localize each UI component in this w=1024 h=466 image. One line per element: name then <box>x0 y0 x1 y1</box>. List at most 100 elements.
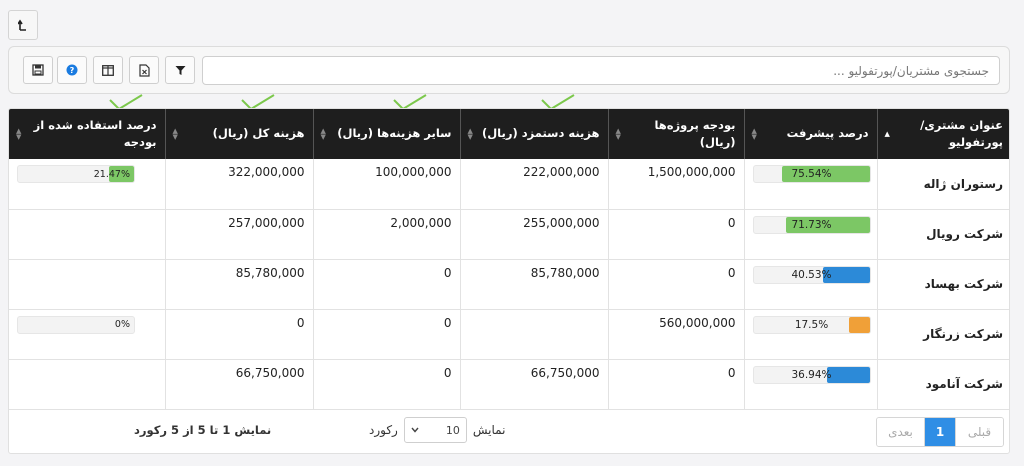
page-length-select[interactable]: 10 <box>403 417 467 443</box>
cell-budget: 0 <box>607 259 744 310</box>
cell-progress: 71.73% <box>743 209 877 260</box>
column-header-name[interactable]: عنوان مشتری/ پورتفولیو ▲ <box>876 109 1009 159</box>
cell-labor <box>459 309 608 360</box>
progress-bar: 75.54% <box>752 165 871 183</box>
page-1-button[interactable]: 1 <box>925 418 955 446</box>
cell-name: شرکت آنامود <box>876 359 1009 410</box>
help-icon: ? <box>66 64 78 76</box>
toolbar: ? <box>8 46 1010 94</box>
header-label: سایر هزینه‌ها (ریال) <box>337 126 452 141</box>
cell-total: 0 <box>164 309 313 360</box>
show-label: نمایش <box>472 423 506 437</box>
columns-icon <box>102 64 114 76</box>
table-row[interactable]: شرکت آنامود 36.94% 0 66,750,000 0 66,750,000 <box>9 359 1009 410</box>
progress-bar-text: 75.54% <box>791 168 832 180</box>
cell-labor: 222,000,000 <box>459 159 608 210</box>
sort-icon: ▲ ▼ <box>751 127 757 141</box>
help-button[interactable]: ? <box>57 56 87 84</box>
header-label: عنوان مشتری/ پورتفولیو <box>920 117 1003 149</box>
header-label: درصد پیشرفت <box>786 126 869 141</box>
excel-icon <box>138 63 150 77</box>
cell-progress: 75.54% <box>743 159 877 210</box>
pagination: بعدی 1 قبلی <box>876 417 1004 447</box>
table-row[interactable]: شرکت زرنگار 17.5% 560,000,000 0 0 0% <box>9 309 1009 360</box>
table-header-row: عنوان مشتری/ پورتفولیو ▲ درصد پیشرفت ▲ ▼ بو… <box>9 109 1009 159</box>
page-length: رکورد 10 نمایش <box>369 417 505 443</box>
upload-icon <box>18 19 26 31</box>
column-header-usage[interactable]: درصد استفاده شده از بودجه ▲ ▼ <box>9 109 165 159</box>
progress-bar: 17.5% <box>752 315 871 334</box>
column-header-labor[interactable]: هزینه دستمزد (ریال) ▲ ▼ <box>459 109 608 159</box>
sort-icon: ▲ ▼ <box>172 127 178 141</box>
cell-other: 0 <box>312 309 460 360</box>
records-label: رکورد <box>369 423 398 437</box>
sort-icon: ▲ ▼ <box>320 127 326 141</box>
filter-button[interactable] <box>165 56 195 84</box>
cell-usage: 0% <box>9 309 165 360</box>
cell-budget: 0 <box>607 359 744 410</box>
search-input[interactable] <box>202 56 1000 85</box>
header-label: بودجه پروژه‌ها (ریال) <box>654 117 736 149</box>
progress-bar: 36.94% <box>752 365 871 384</box>
cell-name: شرکت رویال <box>876 209 1009 260</box>
cell-other: 100,000,000 <box>312 159 460 210</box>
cell-labor: 255,000,000 <box>459 209 608 260</box>
cell-other: 2,000,000 <box>312 209 460 260</box>
cell-other: 0 <box>312 259 460 310</box>
cell-total: 322,000,000 <box>164 159 313 210</box>
usage-bar-text: 0% <box>114 319 130 330</box>
export-excel-button[interactable] <box>129 56 159 84</box>
table-footer: بعدی 1 قبلی رکورد 10 نمایش نمایش 1 تا 5 … <box>9 408 1009 453</box>
progress-bar-text: 71.73% <box>791 218 832 231</box>
save-button[interactable] <box>23 56 53 84</box>
upload-button[interactable] <box>8 10 38 40</box>
cell-total: 85,780,000 <box>164 259 313 310</box>
cell-labor: 85,780,000 <box>459 259 608 310</box>
cell-progress: 17.5% <box>743 309 877 360</box>
header-label: هزینه کل (ریال) <box>212 126 305 141</box>
table-info: نمایش 1 تا 5 از 5 رکورد <box>134 423 272 437</box>
page-length-value: 10 <box>445 423 460 437</box>
svg-text:?: ? <box>70 66 75 75</box>
column-header-total[interactable]: هزینه کل (ریال) ▲ ▼ <box>164 109 313 159</box>
usage-bar-text: 21.47% <box>93 168 130 180</box>
portfolio-table: عنوان مشتری/ پورتفولیو ▲ درصد پیشرفت ▲ ▼ بو… <box>9 109 1009 410</box>
cell-budget: 0 <box>607 209 744 260</box>
cell-name: رستوران ژاله <box>876 159 1009 210</box>
sort-icon: ▲ ▼ <box>16 127 22 141</box>
cell-labor: 66,750,000 <box>459 359 608 410</box>
column-header-other[interactable]: سایر هزینه‌ها (ریال) ▲ ▼ <box>312 109 460 159</box>
cell-usage <box>9 209 165 260</box>
cell-progress: 36.94% <box>743 359 877 410</box>
usage-bar: 21.47% <box>17 165 135 183</box>
header-label: هزینه دستمزد (ریال) <box>481 126 600 141</box>
cell-usage: 21.47% <box>9 159 165 210</box>
cell-total: 257,000,000 <box>164 209 313 260</box>
progress-bar-text: 36.94% <box>791 368 832 381</box>
cell-total: 66,750,000 <box>164 359 313 410</box>
cell-usage <box>9 359 165 410</box>
cell-budget: 560,000,000 <box>607 309 744 360</box>
chevron-down-icon <box>411 427 419 433</box>
columns-button[interactable] <box>93 56 123 84</box>
data-table-panel: عنوان مشتری/ پورتفولیو ▲ درصد پیشرفت ▲ ▼ بو… <box>8 108 1010 454</box>
next-page-button[interactable]: بعدی <box>877 418 925 446</box>
column-header-budget[interactable]: بودجه پروژه‌ها (ریال) ▲ ▼ <box>607 109 744 159</box>
usage-bar: 0% <box>17 315 135 334</box>
cell-name: شرکت بهساد <box>876 259 1009 310</box>
progress-bar-text: 17.5% <box>794 318 829 331</box>
column-header-progress[interactable]: درصد پیشرفت ▲ ▼ <box>743 109 877 159</box>
cell-progress: 40.53% <box>743 259 877 310</box>
progress-bar: 71.73% <box>752 215 871 234</box>
progress-bar-text: 40.53% <box>791 268 832 281</box>
filter-icon <box>175 65 185 75</box>
previous-page-button[interactable]: قبلی <box>955 418 1003 446</box>
sort-icon: ▲ ▼ <box>467 127 473 141</box>
cell-usage <box>9 259 165 310</box>
header-label: درصد استفاده شده از بودجه <box>33 117 157 149</box>
table-row[interactable]: شرکت بهساد 40.53% 0 85,780,000 0 85,780,000 <box>9 259 1009 310</box>
sort-icon: ▲ ▼ <box>615 127 621 141</box>
table-row[interactable]: شرکت رویال 71.73% 0 255,000,000 2,000,000 257… <box>9 209 1009 260</box>
cell-budget: 1,500,000,000 <box>607 159 744 210</box>
table-row[interactable]: رستوران ژاله 75.54% 1,500,000,000 222,000,0… <box>9 159 1009 210</box>
